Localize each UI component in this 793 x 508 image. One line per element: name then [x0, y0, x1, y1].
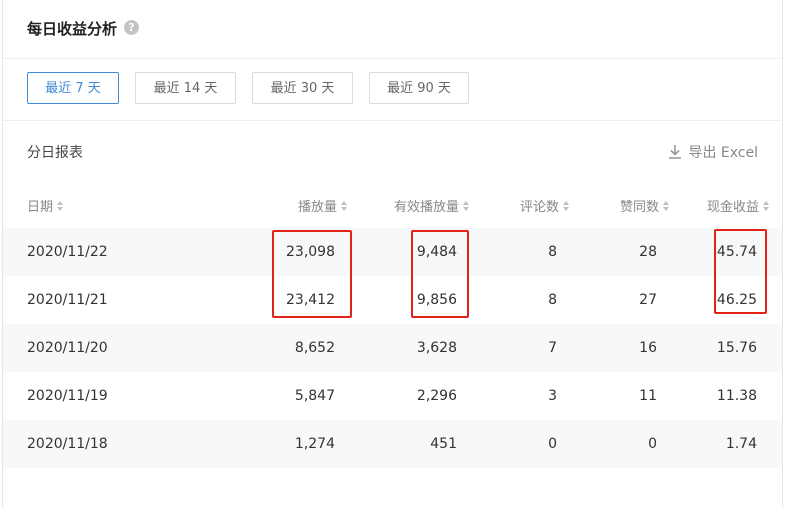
range-30-days-button[interactable]: 最近 30 天: [252, 72, 353, 104]
sort-icon: [763, 200, 769, 211]
cell-comments: 3: [548, 388, 557, 404]
table-row: 2020/11/21 23,412 9,856 8 27 46.25: [3, 276, 782, 324]
daily-earnings-panel: 每日收益分析 ? 最近 7 天 最近 14 天 最近 30 天 最近 90 天 …: [2, 0, 783, 508]
cell-likes: 16: [639, 340, 657, 356]
column-cash-earnings[interactable]: 现金收益: [707, 196, 769, 215]
cell-cash-earnings: 15.76: [716, 340, 757, 356]
sort-icon: [463, 200, 469, 211]
cell-date: 2020/11/18: [27, 436, 108, 452]
cell-effective-plays: 451: [430, 436, 457, 452]
cell-date: 2020/11/19: [27, 388, 108, 404]
cell-effective-plays: 9,484: [416, 244, 457, 260]
cell-date: 2020/11/21: [27, 292, 108, 308]
cell-plays: 5,847: [294, 388, 335, 404]
sort-icon: [341, 200, 347, 211]
panel-header: 每日收益分析 ?: [3, 0, 782, 59]
cell-comments: 7: [548, 340, 557, 356]
cell-likes: 0: [648, 436, 657, 452]
range-90-days-button[interactable]: 最近 90 天: [369, 72, 469, 104]
cell-plays: 8,652: [294, 340, 335, 356]
cell-cash-earnings: 46.25: [716, 292, 757, 308]
column-effective-plays[interactable]: 有效播放量: [394, 196, 469, 215]
export-label: 导出 Excel: [688, 145, 758, 161]
export-excel-button[interactable]: 导出 Excel: [668, 142, 758, 162]
download-icon: [669, 145, 682, 159]
page-title: 每日收益分析: [27, 20, 118, 38]
cell-effective-plays: 2,296: [416, 388, 457, 404]
column-comments[interactable]: 评论数: [520, 196, 569, 215]
cell-cash-earnings: 45.74: [716, 244, 757, 260]
column-likes[interactable]: 赞同数: [620, 196, 669, 215]
table-row: 2020/11/18 1,274 451 0 0 1.74: [3, 420, 782, 468]
cell-cash-earnings: 1.74: [725, 436, 757, 452]
cell-likes: 27: [639, 292, 657, 308]
column-date[interactable]: 日期: [27, 196, 64, 215]
help-icon[interactable]: ?: [124, 20, 139, 35]
range-14-days-button[interactable]: 最近 14 天: [135, 72, 236, 104]
cell-likes: 28: [639, 244, 657, 260]
cell-plays: 23,412: [286, 292, 335, 308]
cell-likes: 11: [639, 388, 657, 404]
range-7-days-button[interactable]: 最近 7 天: [27, 72, 119, 104]
cell-date: 2020/11/20: [27, 340, 108, 356]
table-header: 日期 播放量 有效播放量 评论数 赞同数 现金收益: [3, 180, 782, 228]
sort-icon: [563, 200, 569, 211]
date-range-selector: 最近 7 天 最近 14 天 最近 30 天 最近 90 天: [3, 59, 782, 121]
table-row: 2020/11/22 23,098 9,484 8 28 45.74: [3, 228, 782, 276]
report-title: 分日报表: [27, 145, 83, 161]
cell-plays: 1,274: [294, 436, 335, 452]
cell-effective-plays: 9,856: [416, 292, 457, 308]
cell-plays: 23,098: [286, 244, 335, 260]
cell-effective-plays: 3,628: [416, 340, 457, 356]
cell-comments: 8: [548, 292, 557, 308]
sort-icon: [57, 200, 64, 211]
sort-icon: [663, 200, 669, 211]
column-plays[interactable]: 播放量: [298, 196, 347, 215]
table-row: 2020/11/19 5,847 2,296 3 11 11.38: [3, 372, 782, 420]
cell-comments: 0: [548, 436, 557, 452]
table-row: 2020/11/20 8,652 3,628 7 16 15.76: [3, 324, 782, 372]
cell-cash-earnings: 11.38: [716, 388, 757, 404]
cell-comments: 8: [548, 244, 557, 260]
cell-date: 2020/11/22: [27, 244, 108, 260]
